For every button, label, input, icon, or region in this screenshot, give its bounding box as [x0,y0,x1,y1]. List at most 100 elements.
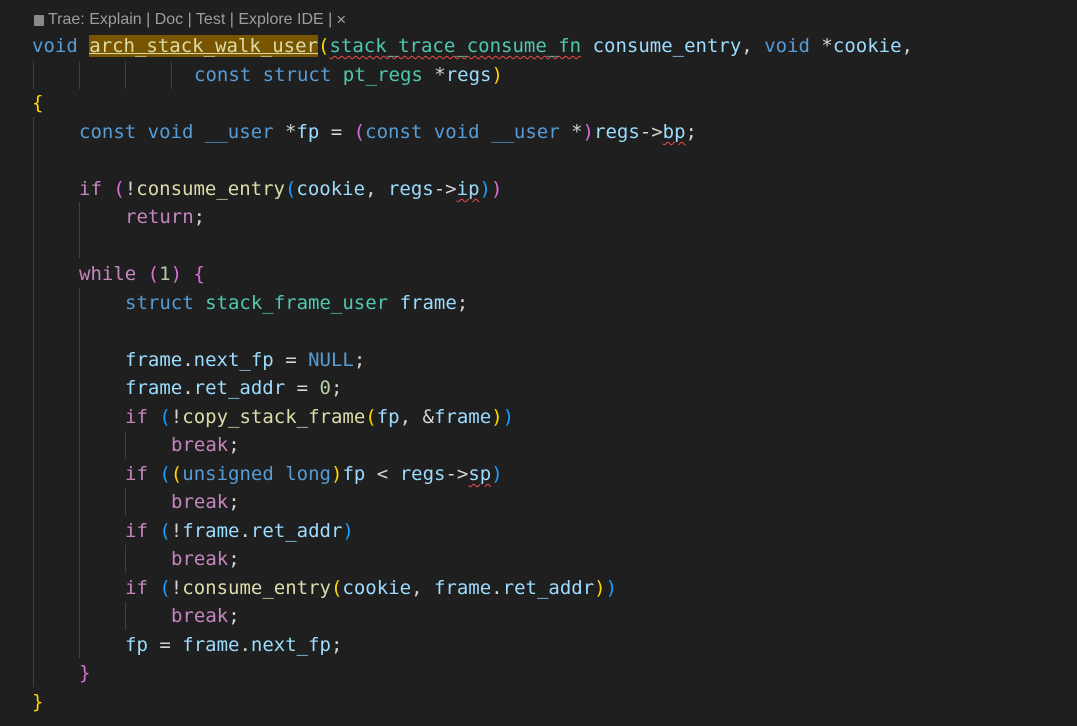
paren: ) [491,406,503,428]
keyword: unsigned [182,463,274,485]
code-line-7[interactable]: return; [125,203,205,231]
function-name-highlighted[interactable]: arch_stack_walk_user [89,35,318,57]
indent-guide [125,545,126,573]
punct: . [491,577,503,599]
variable: regs [399,463,446,485]
punct: ; [193,206,206,228]
code-line-1[interactable]: void arch_stack_walk_user(stack_trace_co… [32,32,913,60]
code-line-9[interactable]: while (1) { [79,260,205,288]
code-line-12[interactable]: frame.next_fp = NULL; [125,346,365,374]
indent-guide [125,488,126,516]
code-line-15[interactable]: break; [171,431,240,459]
variable: ret_addr [502,577,595,599]
indent-guide [125,602,126,630]
number: 1 [159,263,171,285]
param: regs [445,64,492,86]
number: 0 [319,377,331,399]
punct: . [182,349,194,371]
paren: ) [491,64,503,86]
codelens-icon [34,14,44,26]
variable: regs [387,178,434,200]
punct: * [434,64,446,86]
paren: ( [365,406,377,428]
code-line-10[interactable]: struct stack_frame_user frame; [125,289,468,317]
variable: next_fp [250,634,331,656]
keyword: break [171,548,229,570]
punct: = [285,349,297,371]
param: consume_entry [592,35,742,57]
code-line-4[interactable]: const void __user *fp = (const void __us… [79,118,697,146]
code-line-6[interactable]: if (!consume_entry(cookie, regs->ip)) [79,175,502,203]
variable: frame [433,577,492,599]
code-editor[interactable]: Trae: Explain | Doc | Test | Explore IDE… [0,0,1077,726]
brace: { [32,92,44,114]
code-line-21[interactable]: break; [171,602,240,630]
code-line-16[interactable]: if ((unsigned long)fp < regs->sp) [125,460,503,488]
code-line-17[interactable]: break; [171,488,240,516]
function-call: consume_entry [182,577,331,599]
paren: ( [284,178,297,200]
function-call: copy_stack_frame [182,406,366,428]
punct: . [239,520,251,542]
indent-guide [125,61,126,89]
codelens-bar[interactable]: Trae: Explain | Doc | Test | Explore IDE… [34,9,346,31]
brace: } [32,691,44,713]
paren: ( [159,520,171,542]
paren: ) [479,178,491,200]
code-line-3[interactable]: { [32,89,43,117]
code-line-20[interactable]: if (!consume_entry(cookie, frame.ret_add… [125,574,617,602]
punct: . [239,634,251,656]
variable: frame [433,406,492,428]
punct: , [399,406,412,428]
indent-guide [79,61,80,89]
keyword: void [32,35,78,57]
keyword: break [171,491,229,513]
code-line-19[interactable]: break; [171,545,240,573]
keyword: if [125,406,148,428]
keyword: if [125,577,148,599]
keyword: struct [262,64,332,86]
variable: fp [376,406,400,428]
punct: ; [330,377,343,399]
variable: fp [342,463,366,485]
type-name: stack_frame_user [205,292,389,314]
function-call: consume_entry [136,178,285,200]
paren: ( [147,263,160,285]
punct: -> [639,121,663,143]
punct: ; [685,121,697,143]
code-line-13[interactable]: frame.ret_addr = 0; [125,374,342,402]
code-line-22[interactable]: fp = frame.next_fp; [125,631,342,659]
type-name: pt_regs [342,64,423,86]
code-line-18[interactable]: if (!frame.ret_addr) [125,517,354,545]
punct: ! [170,520,183,542]
variable: sp [468,463,492,485]
punct: ; [456,292,469,314]
keyword: void [764,35,810,57]
indent-guide [79,288,80,658]
variable: bp [662,121,686,143]
punct: , [365,178,377,200]
keyword: if [125,520,148,542]
variable: frame [399,292,457,314]
variable: regs [594,121,640,143]
punct: * [821,35,833,57]
paren: ) [502,406,515,428]
code-line-24[interactable]: } [32,688,43,716]
variable: frame [125,377,183,399]
variable: frame [125,349,183,371]
paren: ) [342,520,354,542]
punct: ; [228,548,240,570]
codelens-actions[interactable]: Trae: Explain | Doc | Test | Explore IDE… [48,11,332,29]
keyword: long [285,463,331,485]
punct: , [741,35,753,57]
paren: ( [159,406,171,428]
punct: * [571,121,583,143]
constant: NULL [308,349,354,371]
punct: ; [353,349,366,371]
close-icon[interactable]: × [336,10,346,30]
code-line-23[interactable]: } [79,659,90,687]
punct: = [159,634,171,656]
code-line-14[interactable]: if (!copy_stack_frame(fp, &frame)) [125,403,514,431]
brace: { [193,263,205,285]
code-line-2[interactable]: const struct pt_regs *regs) [194,61,503,89]
